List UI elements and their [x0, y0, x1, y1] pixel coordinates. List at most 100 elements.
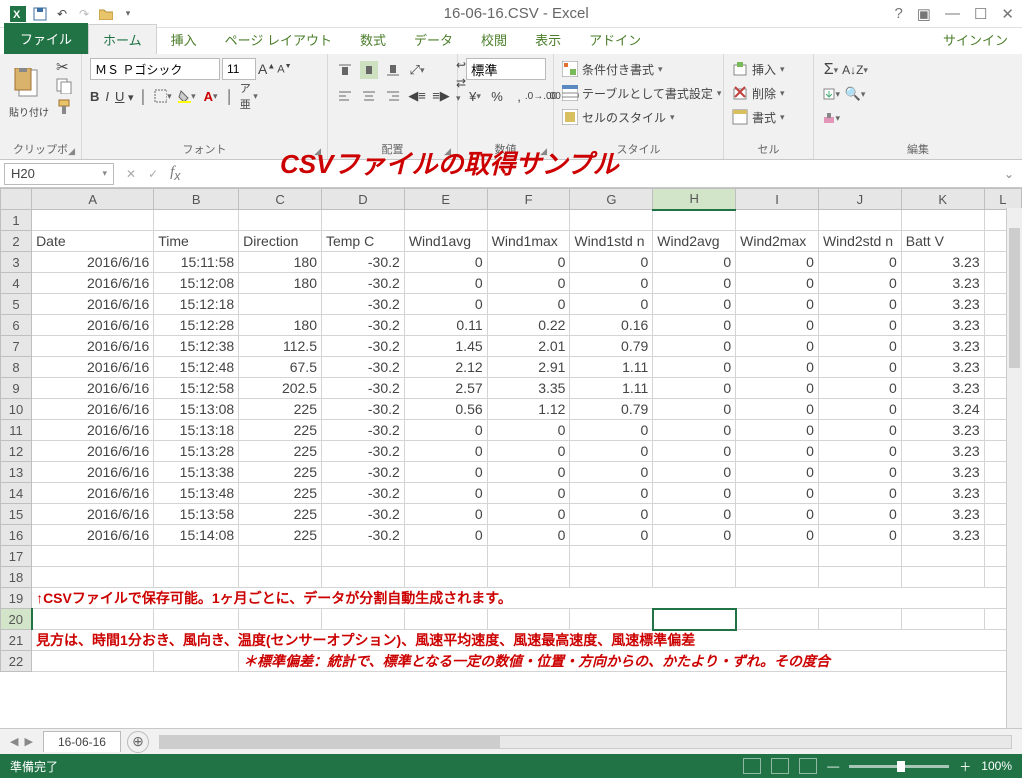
horizontal-scrollbar[interactable]: [159, 735, 1012, 749]
cell[interactable]: [154, 546, 239, 567]
cell[interactable]: 0.11: [404, 315, 487, 336]
name-box[interactable]: H20▾: [4, 163, 114, 185]
cell[interactable]: 1.45: [404, 336, 487, 357]
copy-icon[interactable]: [56, 78, 72, 97]
column-header-E[interactable]: E: [404, 189, 487, 210]
tab-data[interactable]: データ: [400, 25, 467, 54]
cell[interactable]: 180: [239, 273, 322, 294]
help-icon[interactable]: ?: [894, 5, 902, 22]
align-left-icon[interactable]: [336, 87, 354, 105]
cell[interactable]: 0: [487, 420, 570, 441]
vertical-scroll-thumb[interactable]: [1009, 228, 1020, 368]
row-header[interactable]: 2: [1, 231, 32, 252]
cell[interactable]: 0: [487, 252, 570, 273]
increase-indent-icon[interactable]: ≡▶: [432, 87, 450, 105]
row-header[interactable]: 5: [1, 294, 32, 315]
cell[interactable]: 0.79: [570, 336, 653, 357]
cell[interactable]: 3.24: [901, 399, 984, 420]
cell[interactable]: 0: [653, 378, 736, 399]
cell[interactable]: 2016/6/16: [32, 252, 154, 273]
cell[interactable]: [653, 546, 736, 567]
number-format-input[interactable]: [466, 58, 546, 80]
cell[interactable]: [321, 567, 404, 588]
percent-format-icon[interactable]: %: [488, 87, 506, 105]
cell[interactable]: [487, 546, 570, 567]
cell[interactable]: 225: [239, 525, 322, 546]
enter-icon[interactable]: ✓: [148, 167, 158, 181]
cell[interactable]: 15:12:38: [154, 336, 239, 357]
cell[interactable]: 1.12: [487, 399, 570, 420]
row-header[interactable]: 7: [1, 336, 32, 357]
cell[interactable]: [901, 210, 984, 231]
cell[interactable]: 0.22: [487, 315, 570, 336]
cell[interactable]: 2016/6/16: [32, 525, 154, 546]
tab-pagelayout[interactable]: ページ レイアウト: [211, 25, 346, 54]
cell[interactable]: 0: [487, 525, 570, 546]
cell[interactable]: 0: [487, 273, 570, 294]
cell[interactable]: 0: [653, 273, 736, 294]
cell[interactable]: [570, 546, 653, 567]
fill-color-button[interactable]: [178, 87, 196, 105]
cell[interactable]: [239, 294, 322, 315]
cell[interactable]: Wind2max: [736, 231, 819, 252]
cell[interactable]: [154, 651, 239, 672]
cell[interactable]: -30.2: [321, 273, 404, 294]
ribbon-display-icon[interactable]: ▣: [917, 5, 931, 23]
cell[interactable]: [154, 567, 239, 588]
underline-button[interactable]: U ▾: [115, 89, 133, 104]
cell[interactable]: [32, 546, 154, 567]
sort-filter-icon[interactable]: A↓Z: [846, 61, 864, 79]
format-as-table-button[interactable]: テーブルとして書式設定: [562, 82, 721, 104]
cell[interactable]: [487, 210, 570, 231]
column-header-J[interactable]: J: [818, 189, 901, 210]
cell[interactable]: 2016/6/16: [32, 294, 154, 315]
cell[interactable]: [653, 210, 736, 231]
tab-formulas[interactable]: 数式: [346, 25, 400, 54]
border-button[interactable]: [154, 87, 172, 105]
row-header[interactable]: 22: [1, 651, 32, 672]
cell[interactable]: 3.23: [901, 336, 984, 357]
zoom-slider[interactable]: [849, 765, 949, 768]
cell[interactable]: 0: [570, 462, 653, 483]
shrink-font-icon[interactable]: A▼: [277, 63, 291, 76]
decrease-indent-icon[interactable]: ◀≡: [408, 87, 426, 105]
cell[interactable]: 2016/6/16: [32, 273, 154, 294]
minimize-icon[interactable]: —: [945, 5, 960, 22]
cell[interactable]: Wind2std n: [818, 231, 901, 252]
cell[interactable]: 3.23: [901, 483, 984, 504]
cell[interactable]: -30.2: [321, 504, 404, 525]
cell[interactable]: 3.23: [901, 273, 984, 294]
cell[interactable]: 0: [404, 294, 487, 315]
align-bottom-icon[interactable]: [384, 61, 402, 79]
cell[interactable]: 2016/6/16: [32, 462, 154, 483]
font-name-input[interactable]: [90, 58, 220, 80]
cell[interactable]: 0: [818, 336, 901, 357]
cell[interactable]: -30.2: [321, 399, 404, 420]
accounting-format-icon[interactable]: ¥: [466, 87, 484, 105]
cell[interactable]: 2016/6/16: [32, 441, 154, 462]
worksheet-grid[interactable]: ABCDEFGHIJKL 12DateTimeDirectionTemp CWi…: [0, 188, 1022, 728]
cell[interactable]: Direction: [239, 231, 322, 252]
cell[interactable]: 0: [487, 483, 570, 504]
cell[interactable]: Wind1avg: [404, 231, 487, 252]
cell[interactable]: -30.2: [321, 483, 404, 504]
cell[interactable]: 3.23: [901, 525, 984, 546]
cell[interactable]: 225: [239, 483, 322, 504]
cell[interactable]: 15:13:18: [154, 420, 239, 441]
cell[interactable]: Wind1max: [487, 231, 570, 252]
row-header[interactable]: 14: [1, 483, 32, 504]
cell[interactable]: 0: [570, 525, 653, 546]
align-center-icon[interactable]: [360, 87, 378, 105]
cell[interactable]: [32, 609, 154, 630]
orientation-icon[interactable]: ⤢: [408, 61, 426, 79]
cell[interactable]: [818, 210, 901, 231]
column-header-D[interactable]: D: [321, 189, 404, 210]
tab-home[interactable]: ホーム: [88, 24, 157, 54]
row-header[interactable]: 6: [1, 315, 32, 336]
cell[interactable]: 3.23: [901, 420, 984, 441]
cell[interactable]: 0: [818, 378, 901, 399]
cell[interactable]: [239, 210, 322, 231]
cell[interactable]: -30.2: [321, 294, 404, 315]
row-header[interactable]: 1: [1, 210, 32, 231]
cell[interactable]: 0: [818, 273, 901, 294]
